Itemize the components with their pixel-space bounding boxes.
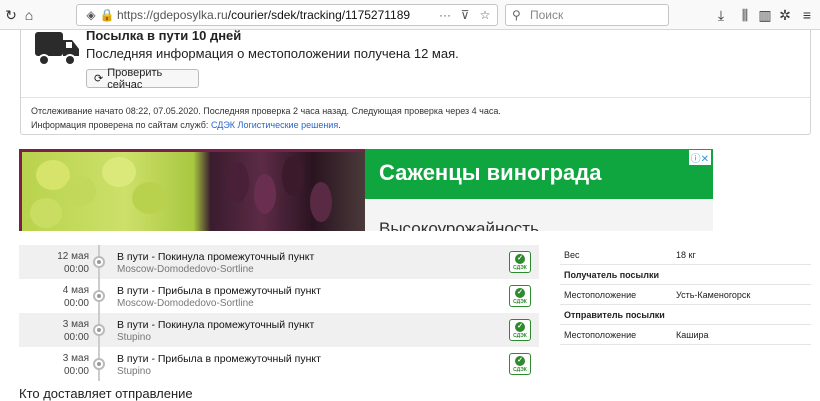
timeline-dot-icon — [93, 290, 105, 302]
sidebar-icon[interactable]: ▥ — [756, 6, 774, 24]
timeline-dot-icon — [93, 324, 105, 336]
event-datetime: 3 мая 00:00 — [62, 353, 89, 377]
url-text: https://gdeposylka.ru/courier/sdek/track… — [117, 8, 411, 22]
weight-label: Вес — [564, 249, 580, 260]
sender-location-label: Местоположение — [564, 329, 637, 340]
home-icon[interactable]: ⌂ — [20, 6, 38, 24]
weight-value: 18 кг — [676, 249, 696, 260]
lock-icon[interactable]: 🔒 — [99, 7, 115, 23]
timeline-row: 4 мая 00:00 В пути - Прибыла в промежуточ… — [19, 279, 539, 313]
bookmark-star-icon[interactable]: ☆ — [477, 7, 493, 23]
downloads-icon[interactable]: ⤓ — [712, 6, 730, 24]
ad-choices-icon[interactable]: ⓘ✕ — [688, 150, 711, 165]
checked-prefix: Информация проверена по сайтам служб: — [31, 120, 209, 130]
timeline-row: 3 мая 00:00 В пути - Прибыла в промежуточ… — [19, 347, 539, 381]
ad-headline[interactable]: Саженцы винограда — [365, 149, 713, 199]
sender-heading: Отправитель посылки — [560, 305, 811, 325]
search-bar[interactable]: ⚲ Поиск — [505, 4, 669, 26]
grape-image[interactable] — [19, 149, 365, 231]
status-title: Посылка в пути 10 дней — [86, 28, 242, 43]
check-now-button[interactable]: ⟳ Проверить сейчас — [86, 66, 199, 91]
event-datetime: 4 мая 00:00 — [62, 285, 89, 309]
sender-location-value: Кашира — [676, 329, 709, 340]
event-place: Moscow-Domodedovo-Sortline — [117, 264, 254, 275]
cdek-logo-icon: ✓ СДЭК — [509, 251, 531, 273]
event-place: Moscow-Domodedovo-Sortline — [117, 298, 254, 309]
search-icon: ⚲ — [512, 8, 521, 22]
cdek-logo-icon: ✓ СДЭК — [509, 353, 531, 375]
event-place: Stupino — [117, 332, 151, 343]
status-subtitle: Последняя информация о местоположении по… — [86, 46, 459, 61]
check-now-label: Проверить сейчас — [107, 66, 163, 91]
address-bar[interactable]: ◈ 🔒 https://gdeposylka.ru/courier/sdek/t… — [76, 4, 498, 26]
recipient-location-value: Усть-Каменогорск — [676, 289, 751, 300]
ad-subline[interactable]: Высокоурожайность — [379, 219, 539, 231]
event-title: В пути - Покинула промежуточный пункт — [117, 319, 315, 331]
carrier-link[interactable]: СДЭК Логистические решения — [211, 120, 338, 130]
recipient-location-row: Местоположение Усть-Каменогорск — [560, 285, 811, 305]
event-place: Stupino — [117, 366, 151, 377]
sender-location-row: Местоположение Кашира — [560, 325, 811, 345]
menu-icon[interactable]: ≡ — [798, 6, 816, 24]
event-datetime: 3 мая 00:00 — [62, 319, 89, 343]
parcel-details: Вес 18 кг Получатель посылки Местоположе… — [560, 245, 811, 345]
library-icon[interactable]: ⫼ — [736, 6, 754, 24]
checked-info: Информация проверена по сайтам служб: СД… — [31, 120, 341, 130]
timeline-row: 3 мая 00:00 В пути - Покинула промежуточн… — [19, 313, 539, 347]
ad-banner[interactable]: Саженцы винограда Высокоурожайность ⓘ✕ — [19, 149, 713, 231]
status-card: Посылка в пути 10 дней Последняя информа… — [20, 28, 811, 135]
timeline-dot-icon — [93, 358, 105, 370]
section-heading: Кто доставляет отправление — [19, 386, 193, 401]
more-actions-icon[interactable]: ··· — [437, 7, 453, 23]
weight-row: Вес 18 кг — [560, 245, 811, 265]
cdek-logo-icon: ✓ СДЭК — [509, 319, 531, 341]
event-title: В пути - Прибыла в промежуточный пункт — [117, 285, 321, 297]
checked-suffix: . — [338, 120, 341, 130]
pocket-icon[interactable]: ⊽ — [457, 7, 473, 23]
timeline-dot-icon — [93, 256, 105, 268]
event-title: В пути - Прибыла в промежуточный пункт — [117, 353, 321, 365]
timeline-row: 12 мая 00:00 В пути - Покинула промежуточ… — [19, 245, 539, 279]
extension-icon[interactable]: ✲ — [776, 6, 794, 24]
event-datetime: 12 мая 00:00 — [57, 251, 89, 275]
reload-icon[interactable]: ↻ — [2, 6, 20, 24]
cdek-logo-icon: ✓ СДЭК — [509, 285, 531, 307]
truck-icon — [35, 32, 79, 66]
divider — [21, 97, 810, 98]
shield-icon[interactable]: ◈ — [83, 7, 99, 23]
event-title: В пути - Покинула промежуточный пункт — [117, 251, 315, 263]
browser-toolbar: ↻ ⌂ ◈ 🔒 https://gdeposylka.ru/courier/sd… — [0, 0, 820, 30]
tracking-timeline: 12 мая 00:00 В пути - Покинула промежуточ… — [19, 245, 539, 381]
recipient-heading: Получатель посылки — [560, 265, 811, 285]
tracking-info: Отслеживание начато 08:22, 07.05.2020. П… — [31, 106, 501, 116]
search-placeholder: Поиск — [530, 8, 564, 22]
refresh-icon: ⟳ — [94, 73, 104, 85]
recipient-location-label: Местоположение — [564, 289, 637, 300]
